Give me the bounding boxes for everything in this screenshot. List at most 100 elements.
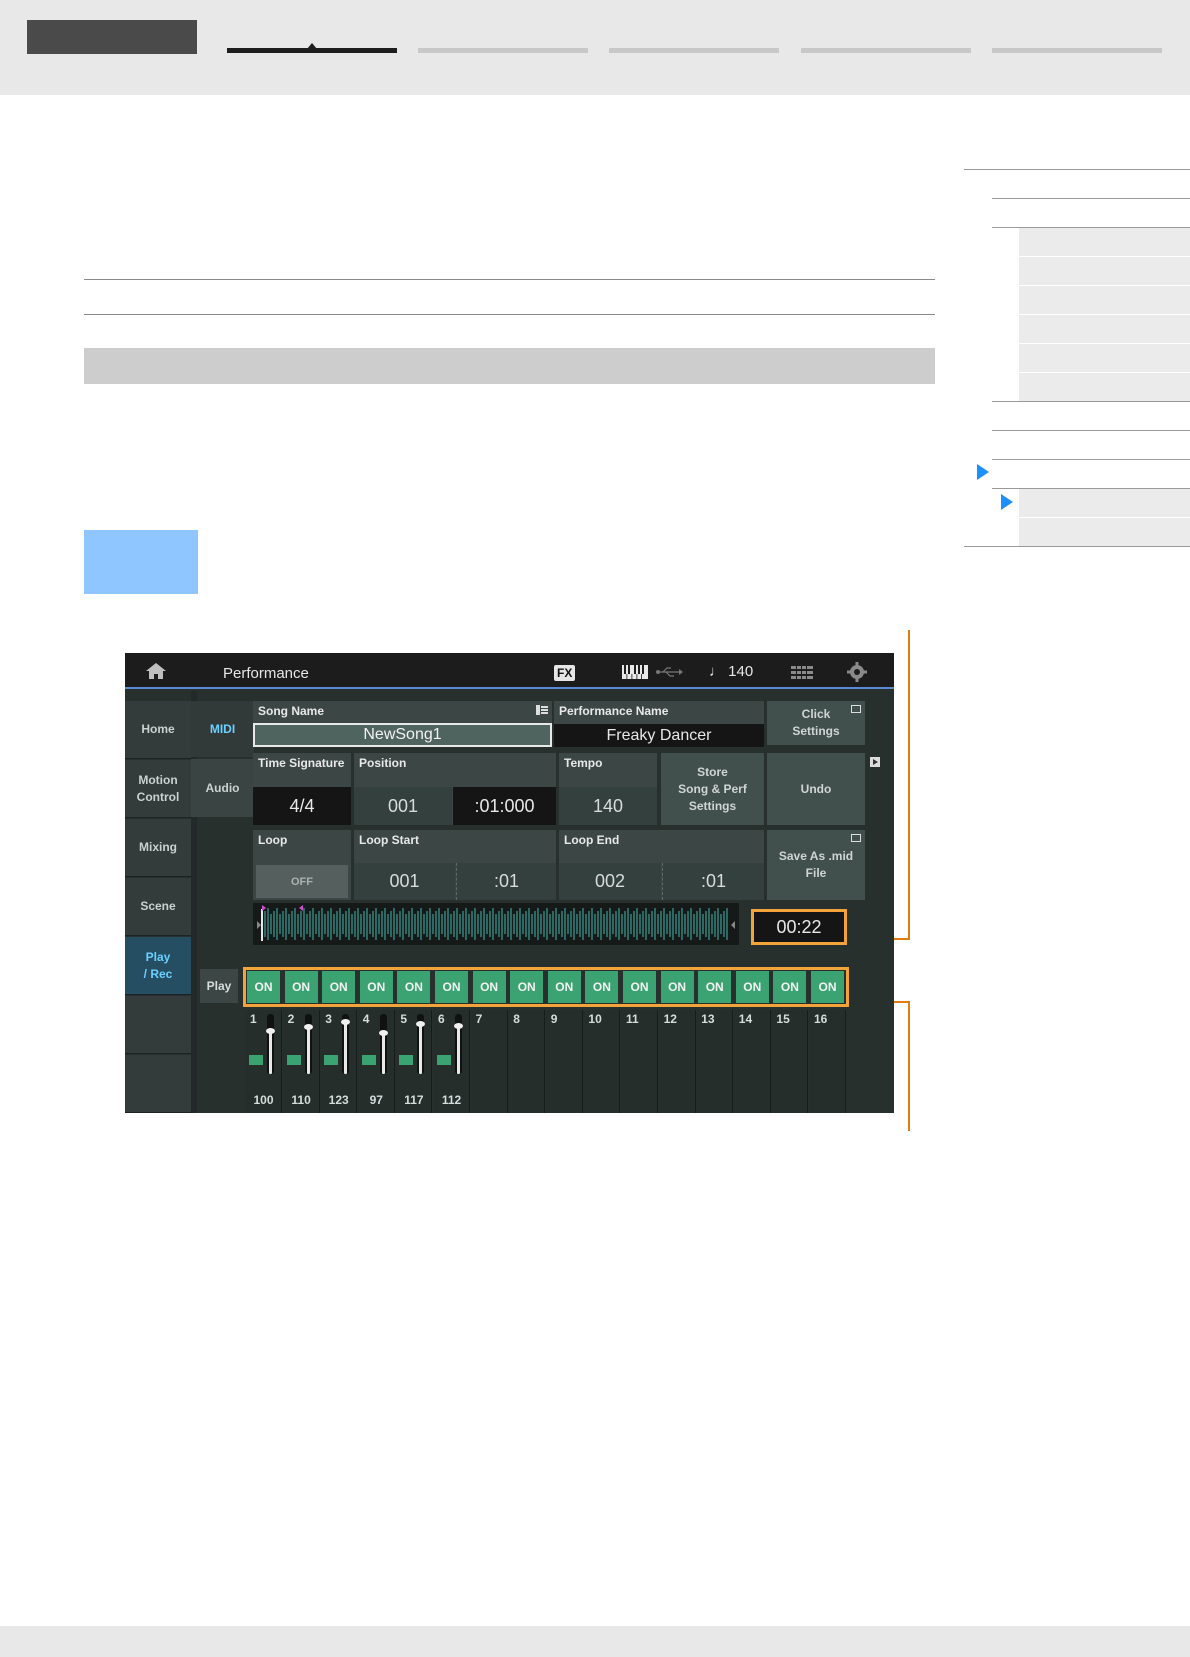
tab-play-rec[interactable]: Play / Rec	[125, 937, 191, 995]
grid-icon[interactable]	[791, 666, 813, 680]
track-play-switch-15[interactable]: ON	[773, 971, 807, 1003]
volume-value: 117	[404, 1093, 424, 1107]
volume-fader[interactable]	[303, 1014, 313, 1074]
track-play-switch-11[interactable]: ON	[623, 971, 656, 1003]
track-play-switch-2[interactable]: ON	[284, 971, 318, 1003]
home-icon[interactable]	[145, 662, 167, 680]
volume-fader[interactable]	[341, 1014, 351, 1074]
store-song-perf-settings-button[interactable]: Store Song & Perf Settings	[661, 753, 764, 825]
progress-marker-icon	[307, 43, 317, 49]
track-play-switch-9[interactable]: ON	[547, 971, 581, 1003]
position-measure[interactable]: 001	[354, 787, 452, 825]
track-play-switch-10[interactable]: ON	[585, 971, 619, 1003]
loop-end-beat[interactable]: :01	[662, 863, 764, 900]
keyboard-icon	[324, 1055, 339, 1065]
track-play-switch-13[interactable]: ON	[698, 971, 732, 1003]
fader-knob[interactable]	[416, 1021, 426, 1028]
volume-fader[interactable]	[454, 1014, 463, 1074]
mixer-channel-5[interactable]: 5 117	[395, 1010, 433, 1113]
keyboard-icon	[536, 705, 548, 715]
tab-scene[interactable]: Scene	[125, 878, 191, 936]
song-name-input[interactable]: NewSong1	[253, 723, 552, 747]
toc-arrow-icon	[977, 464, 989, 480]
mixer-channel-6[interactable]: 6 112	[433, 1010, 470, 1113]
track-play-switch-4[interactable]: ON	[359, 971, 393, 1003]
mixer-channel-16[interactable]: 16	[809, 1010, 846, 1113]
divider	[84, 314, 935, 315]
toc-item[interactable]	[1019, 315, 1190, 343]
track-play-switch-8[interactable]: ON	[510, 971, 544, 1003]
mixer-channel-8[interactable]: 8	[508, 1010, 546, 1113]
toc-item[interactable]	[1019, 286, 1190, 314]
tempo-display: ♩ 140	[709, 663, 754, 680]
volume-fader[interactable]	[266, 1014, 275, 1074]
track-play-switch-5[interactable]: ON	[397, 971, 431, 1003]
channel-number: 15	[776, 1012, 790, 1026]
loop-end-measure[interactable]: 002	[559, 863, 661, 900]
loop-start-measure[interactable]: 001	[354, 863, 455, 900]
song-name-label: Song Name	[258, 704, 325, 718]
fx-icon[interactable]: FX	[554, 665, 576, 681]
usb-icon	[656, 667, 683, 677]
progress-segment-3	[609, 48, 779, 53]
fader-knob[interactable]	[454, 1023, 463, 1030]
position-beat-clock[interactable]: :01:000	[453, 787, 556, 825]
fader-knob[interactable]	[266, 1028, 275, 1035]
volume-fader[interactable]	[416, 1014, 426, 1074]
tab-motion-control[interactable]: Motion Control	[125, 760, 191, 818]
track-play-switch-14[interactable]: ON	[735, 971, 769, 1003]
toc-divider	[964, 169, 1190, 170]
subtab-audio[interactable]: Audio	[191, 759, 254, 817]
tab-mixing[interactable]: Mixing	[125, 819, 191, 877]
track-play-switch-6[interactable]: ON	[435, 971, 468, 1003]
tab-home[interactable]: Home	[125, 701, 191, 759]
track-play-switch-7[interactable]: ON	[472, 971, 506, 1003]
fader-knob[interactable]	[303, 1024, 313, 1031]
time-signature-value[interactable]: 4/4	[253, 787, 351, 825]
mixer-channel-2[interactable]: 2 110	[282, 1010, 320, 1113]
volume-fader[interactable]	[378, 1014, 388, 1074]
song-waveform[interactable]	[253, 903, 739, 945]
track-play-switch-16[interactable]: ON	[811, 971, 844, 1003]
performance-name-value: Freaky Dancer	[554, 724, 764, 747]
channel-number: 14	[738, 1012, 753, 1026]
mixer-channel-14[interactable]: 14	[733, 1010, 771, 1113]
loop-start-beat[interactable]: :01	[456, 863, 556, 900]
mixer-channel-11[interactable]: 11	[621, 1010, 658, 1113]
fader-knob[interactable]	[378, 1029, 388, 1036]
track-play-switch-3[interactable]: ON	[322, 971, 356, 1003]
toc-item[interactable]	[1019, 344, 1190, 372]
mixer-channel-15[interactable]: 15	[771, 1010, 809, 1113]
fader-knob[interactable]	[341, 1018, 351, 1025]
gear-icon[interactable]	[847, 662, 867, 682]
mixer-channel-10[interactable]: 10	[583, 1010, 621, 1113]
toc-divider	[992, 459, 1190, 460]
toc-divider	[992, 401, 1190, 402]
mixer-channel-3[interactable]: 3 123	[320, 1010, 358, 1113]
mixer-channel-1[interactable]: 1 100	[245, 1010, 282, 1113]
subtab-midi[interactable]: MIDI	[191, 701, 254, 757]
toc-item[interactable]	[1019, 373, 1190, 401]
toc-item-current[interactable]	[1019, 489, 1190, 517]
mixer-channel-4[interactable]: 4 97	[357, 1010, 395, 1113]
tempo-value[interactable]: 140	[559, 787, 657, 825]
tab-empty	[125, 996, 191, 1054]
performance-name-label: Performance Name	[559, 704, 669, 718]
loop-end-label: Loop End	[564, 833, 620, 847]
track-play-switch-12[interactable]: ON	[660, 971, 694, 1003]
toc-item[interactable]	[1019, 257, 1190, 285]
tempo-label: Tempo	[564, 756, 603, 770]
progress-segment-4	[801, 48, 971, 53]
track-play-switch-1[interactable]: ON	[247, 971, 280, 1003]
toc-item[interactable]	[1019, 518, 1190, 546]
loop-toggle[interactable]: OFF	[256, 865, 348, 898]
play-row-label: Play	[200, 969, 238, 1003]
mixer-channel-9[interactable]: 9	[545, 1010, 583, 1113]
undo-button[interactable]: Undo	[767, 753, 865, 825]
progress-segment-2	[418, 48, 588, 53]
mixer-channel-12[interactable]: 12	[658, 1010, 696, 1113]
chapter-tab[interactable]	[27, 20, 197, 54]
mixer-channel-13[interactable]: 13	[696, 1010, 734, 1113]
mixer-channel-7[interactable]: 7	[470, 1010, 508, 1113]
toc-item[interactable]	[1019, 228, 1190, 256]
